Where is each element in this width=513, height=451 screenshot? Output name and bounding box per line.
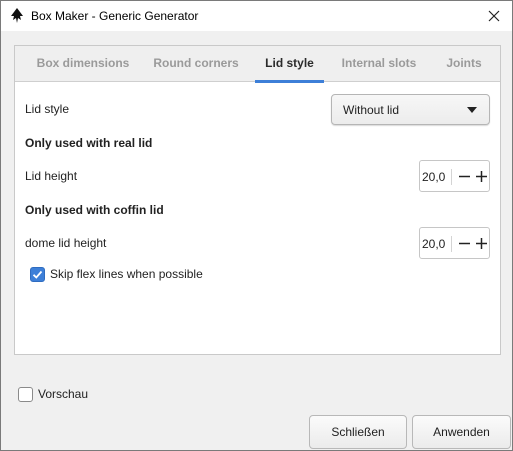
tab-bar: Box dimensions Round corners Lid style I… [15,46,500,83]
minus-icon [458,242,470,244]
lid-style-value: Without lid [343,103,400,117]
lid-height-value[interactable]: 20,0 [422,169,452,185]
dome-lid-height-value[interactable]: 20,0 [422,236,452,252]
tab-box-dimensions[interactable]: Box dimensions [23,46,143,82]
preview-checkbox[interactable] [18,387,33,402]
apply-button[interactable]: Anwenden [412,415,511,449]
dialog-window: Box Maker - Generic Generator Box dimens… [0,0,513,451]
dome-lid-height-increment-button[interactable] [472,233,490,253]
preview-label[interactable]: Vorschau [38,387,88,401]
dome-lid-height-spinbox[interactable]: 20,0 [419,227,490,259]
lid-style-dropdown[interactable]: Without lid [331,94,490,125]
notebook-frame: Box dimensions Round corners Lid style I… [14,45,501,355]
close-window-button[interactable] [476,1,512,31]
coffin-lid-section-heading: Only used with coffin lid [25,203,164,217]
real-lid-section-heading: Only used with real lid [25,136,153,150]
plus-icon [475,170,487,182]
tab-round-corners[interactable]: Round corners [145,46,247,82]
inkscape-icon [11,8,23,23]
lid-height-increment-button[interactable] [472,166,490,186]
lid-height-label: Lid height [25,169,78,183]
close-icon [488,10,500,22]
checkmark-icon [32,270,43,279]
title-bar: Box Maker - Generic Generator [1,1,512,31]
lid-height-spinbox[interactable]: 20,0 [419,160,490,192]
skip-flex-checkbox[interactable] [30,267,45,282]
tab-joints[interactable]: Joints [435,46,493,82]
lid-style-label: Lid style [25,102,70,116]
caret-down-icon [467,107,477,113]
skip-flex-label[interactable]: Skip flex lines when possible [50,267,203,281]
tab-internal-slots[interactable]: Internal slots [334,46,424,82]
window-title: Box Maker - Generic Generator [31,9,199,23]
minus-icon [458,175,470,177]
close-button[interactable]: Schließen [309,415,407,449]
tab-lid-style[interactable]: Lid style [255,46,324,83]
dome-lid-height-label: dome lid height [25,236,107,250]
lid-height-decrement-button[interactable] [455,166,473,186]
plus-icon [475,237,487,249]
dome-lid-height-decrement-button[interactable] [455,233,473,253]
